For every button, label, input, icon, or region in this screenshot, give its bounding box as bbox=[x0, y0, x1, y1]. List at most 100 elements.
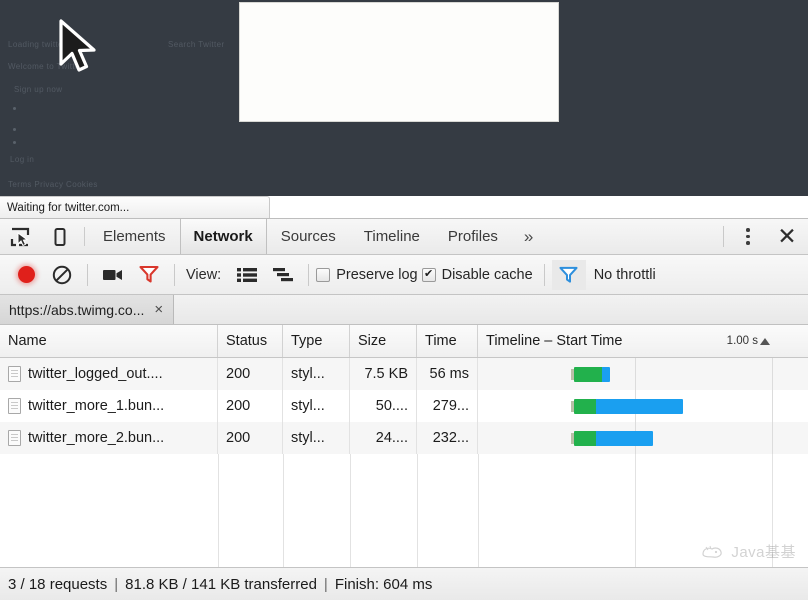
devtools-tabbar: Elements Network Sources Timeline Profil… bbox=[0, 219, 808, 255]
ghost-text-line: Log in bbox=[10, 155, 35, 164]
cell-time: 56 ms bbox=[417, 358, 478, 390]
status-bubble-text: Waiting for twitter.com... bbox=[7, 201, 130, 214]
waterfall-gridline bbox=[772, 358, 773, 390]
tab-timeline[interactable]: Timeline bbox=[350, 219, 434, 254]
cell-type: styl... bbox=[283, 390, 350, 422]
column-header-timeline[interactable]: Timeline – Start Time 1.00 s bbox=[478, 325, 808, 357]
timeline-scale-label: 1.00 s bbox=[726, 335, 758, 347]
ascending-sort-triangle-icon bbox=[760, 337, 770, 345]
tab-elements[interactable]: Elements bbox=[89, 219, 180, 254]
ghost-bullet bbox=[13, 141, 16, 144]
browser-status-bubble: Waiting for twitter.com... bbox=[0, 196, 270, 218]
cell-type: styl... bbox=[283, 358, 350, 390]
ghost-bullet bbox=[13, 128, 16, 131]
waterfall-gridline bbox=[772, 390, 773, 422]
filter-icon[interactable] bbox=[131, 259, 167, 291]
preserve-log-label: Preserve log bbox=[336, 266, 418, 283]
more-tabs-button[interactable]: » bbox=[512, 219, 545, 254]
view-waterfall-icon[interactable] bbox=[265, 259, 301, 291]
throttle-select[interactable]: No throttli bbox=[594, 267, 656, 283]
cell-name-label: twitter_more_2.bun... bbox=[28, 430, 165, 446]
control-divider bbox=[87, 263, 88, 286]
tabbar-divider bbox=[723, 226, 724, 247]
table-body: twitter_logged_out.... 200 styl... 7.5 KB 56… bbox=[0, 358, 808, 454]
tabbar-divider bbox=[84, 227, 85, 246]
waterfall-bar[interactable] bbox=[574, 431, 653, 446]
tab-profiles[interactable]: Profiles bbox=[434, 219, 512, 254]
ghost-text-line: Search Twitter bbox=[168, 40, 225, 49]
cell-size: 24.... bbox=[350, 422, 417, 454]
record-button[interactable] bbox=[8, 259, 44, 291]
cell-name: twitter_logged_out.... bbox=[0, 358, 218, 390]
network-requests-table: Name Status Type Size Time Timeline – St… bbox=[0, 325, 808, 597]
clear-button[interactable] bbox=[44, 259, 80, 291]
stylesheet-file-icon bbox=[8, 430, 21, 446]
column-header-size[interactable]: Size bbox=[350, 325, 417, 357]
cell-waterfall bbox=[478, 390, 808, 422]
table-row[interactable]: twitter_logged_out.... 200 styl... 7.5 KB 56… bbox=[0, 358, 808, 390]
view-label: View: bbox=[186, 266, 222, 283]
waterfall-bar[interactable] bbox=[574, 367, 610, 382]
preserve-log-checkbox[interactable]: Preserve log bbox=[316, 266, 418, 283]
column-header-time[interactable]: Time bbox=[417, 325, 478, 357]
tab-network[interactable]: Network bbox=[179, 219, 267, 254]
cell-name: twitter_more_2.bun... bbox=[0, 422, 218, 454]
stylesheet-file-icon bbox=[8, 366, 21, 382]
tab-label: Profiles bbox=[447, 228, 498, 245]
summary-separator: | bbox=[323, 575, 328, 593]
summary-requests: 3 / 18 requests bbox=[8, 575, 108, 593]
table-header-row: Name Status Type Size Time Timeline – St… bbox=[0, 325, 808, 358]
timeline-scale: 1.00 s bbox=[727, 335, 770, 347]
tab-label: Timeline bbox=[363, 228, 420, 245]
cell-name: twitter_more_1.bun... bbox=[0, 390, 218, 422]
kebab-menu-icon[interactable] bbox=[730, 219, 766, 254]
browser-page-content[interactable]: Loading twitter Search Twitter Welcome to … bbox=[0, 0, 808, 196]
waterfall-ttfb-segment bbox=[574, 367, 602, 382]
close-icon[interactable]: ✕ bbox=[766, 219, 808, 254]
waterfall-bar[interactable] bbox=[574, 399, 683, 414]
cell-status: 200 bbox=[218, 390, 283, 422]
device-toolbar-icon[interactable] bbox=[40, 219, 80, 254]
filter-chip-url[interactable]: https://abs.twimg.co... × bbox=[0, 295, 175, 324]
ghost-text-line: Terms Privacy Cookies bbox=[8, 180, 98, 189]
stylesheet-file-icon bbox=[8, 398, 21, 414]
cell-status: 200 bbox=[218, 358, 283, 390]
column-header-name[interactable]: Name bbox=[0, 325, 218, 357]
tab-label: Elements bbox=[103, 228, 166, 245]
inspect-element-icon[interactable] bbox=[0, 219, 40, 254]
cell-name-label: twitter_more_1.bun... bbox=[28, 398, 165, 414]
tabbar-right-group: ✕ bbox=[717, 219, 808, 254]
capture-screenshots-icon[interactable] bbox=[95, 259, 131, 291]
cell-type: styl... bbox=[283, 422, 350, 454]
column-header-status[interactable]: Status bbox=[218, 325, 283, 357]
devtools-panel: Elements Network Sources Timeline Profil… bbox=[0, 218, 808, 600]
cell-time: 279... bbox=[417, 390, 478, 422]
mouse-cursor-icon bbox=[59, 19, 96, 72]
network-filter-row: https://abs.twimg.co... × bbox=[0, 295, 808, 325]
close-icon[interactable]: × bbox=[154, 301, 163, 318]
tab-label: Network bbox=[193, 228, 253, 245]
cell-waterfall bbox=[478, 422, 808, 454]
waterfall-download-segment bbox=[596, 399, 683, 414]
disable-cache-checkbox[interactable]: ✔ Disable cache bbox=[421, 267, 533, 283]
summary-separator: | bbox=[114, 575, 119, 593]
table-row[interactable]: twitter_more_1.bun... 200 styl... 50.... 279… bbox=[0, 390, 808, 422]
cell-time: 232... bbox=[417, 422, 478, 454]
ghost-text-line: Sign up now bbox=[14, 85, 63, 94]
waterfall-download-segment bbox=[602, 367, 610, 382]
column-header-type[interactable]: Type bbox=[283, 325, 350, 357]
screenshot-root: Loading twitter Search Twitter Welcome to … bbox=[0, 0, 808, 600]
cell-waterfall bbox=[478, 358, 808, 390]
cell-name-label: twitter_logged_out.... bbox=[28, 366, 163, 382]
column-header-timeline-label: Timeline – Start Time bbox=[486, 333, 623, 349]
page-white-panel bbox=[239, 2, 559, 122]
throttling-filter-icon[interactable] bbox=[551, 259, 586, 290]
checkbox-box: ✔ bbox=[421, 267, 436, 282]
view-list-icon[interactable] bbox=[229, 259, 265, 291]
filter-chip-label: https://abs.twimg.co... bbox=[9, 301, 145, 318]
control-divider bbox=[308, 263, 310, 286]
table-row[interactable]: twitter_more_2.bun... 200 styl... 24.... 232… bbox=[0, 422, 808, 454]
waterfall-ttfb-segment bbox=[574, 431, 596, 446]
tab-sources[interactable]: Sources bbox=[267, 219, 350, 254]
network-control-bar: View: Preserve log ✔ Disable cache No th… bbox=[0, 255, 808, 295]
